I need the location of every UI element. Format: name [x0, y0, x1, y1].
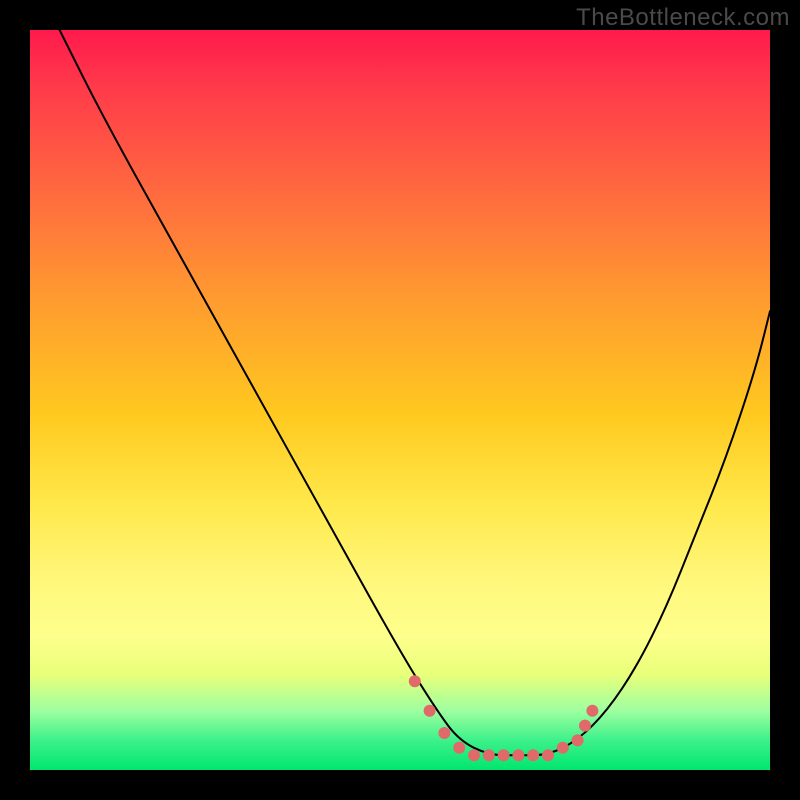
marker-dot [424, 705, 436, 717]
marker-dot [557, 742, 569, 754]
marker-dot [579, 720, 591, 732]
marker-dot [586, 705, 598, 717]
bottleneck-curve [60, 30, 770, 755]
marker-dot [542, 749, 554, 761]
marker-dot [409, 675, 421, 687]
marker-dot [498, 749, 510, 761]
marker-dot [512, 749, 524, 761]
marker-dot [453, 742, 465, 754]
chart-frame: TheBottleneck.com [0, 0, 800, 800]
marker-dot [468, 749, 480, 761]
plot-area [30, 30, 770, 770]
curve-layer [60, 30, 770, 755]
watermark-text: TheBottleneck.com [576, 4, 790, 32]
marker-dot [572, 734, 584, 746]
marker-dot [438, 727, 450, 739]
marker-layer [409, 675, 599, 761]
chart-svg [30, 30, 770, 770]
marker-dot [527, 749, 539, 761]
marker-dot [483, 749, 495, 761]
